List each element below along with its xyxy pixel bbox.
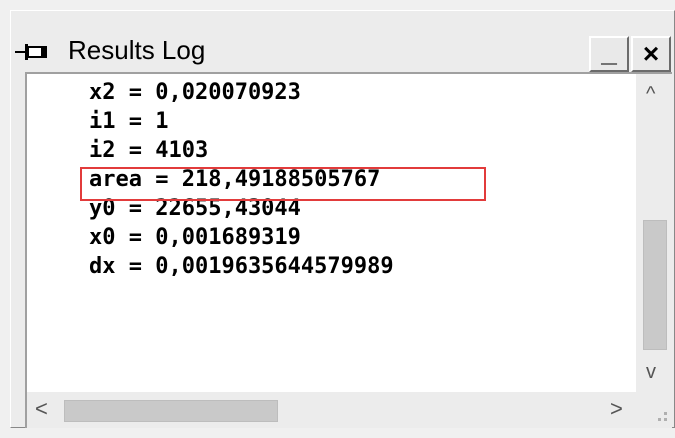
vertical-scrollbar[interactable]: ^ v [636,74,672,392]
close-icon: × [642,38,660,69]
log-line: i1 = 1 [89,109,169,134]
log-line: x0 = 0,001689319 [89,225,301,250]
log-line: x2 = 0,020070923 [89,80,301,105]
minimize-icon: _ [601,36,617,67]
resize-grip-icon[interactable] [636,392,672,428]
horizontal-scroll-thumb[interactable] [64,400,278,422]
window-title: Results Log [68,35,206,65]
vertical-scroll-thumb[interactable] [643,220,667,350]
scroll-down-icon[interactable]: v [646,362,656,382]
close-button[interactable]: × [631,36,671,72]
scroll-right-icon[interactable]: > [610,398,623,420]
log-line: i2 = 4103 [89,138,209,163]
title-bar[interactable]: Results Log _ × [11,21,674,79]
scroll-left-icon[interactable]: < [35,398,48,420]
minimize-button[interactable]: _ [589,36,629,72]
pin-icon[interactable] [15,39,59,65]
highlight-annotation-box [80,167,486,201]
scroll-up-icon[interactable]: ^ [646,84,655,104]
log-output-area[interactable]: x2 = 0,020070923 i1 = 1 i2 = 4103 area =… [25,72,672,428]
log-line: dx = 0,0019635644579989 [89,254,394,279]
horizontal-scrollbar[interactable]: < > [27,392,638,428]
